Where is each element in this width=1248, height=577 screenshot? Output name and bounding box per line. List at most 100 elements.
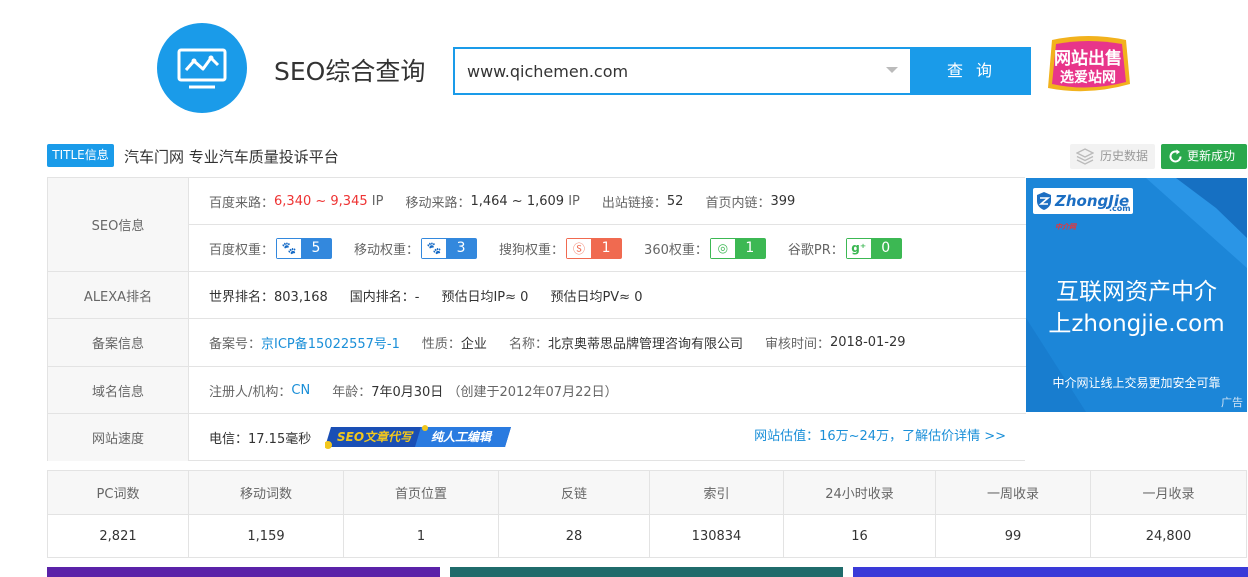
paw-icon: 🐾 bbox=[422, 238, 447, 258]
traffic-line: 百度来路： 6,340 ~ 9,345 IP 移动来路： 1,464 ~ 1,609… bbox=[209, 178, 817, 224]
alexa-line: 世界排名：803,168 国内排名：- 预估日均IP≈ 0 预估日均PV≈ 0 bbox=[209, 272, 664, 318]
google-pr-badge[interactable]: g⁺ 0 bbox=[845, 237, 902, 259]
daily-pv: 预估日均PV≈ 0 bbox=[550, 289, 643, 305]
google-pr[interactable]: 谷歌PR： g⁺ 0 bbox=[788, 237, 902, 259]
sale-badge-line2: 选爱站网 bbox=[1060, 69, 1116, 86]
ad-line-3: 中介网让线上交易更加安全可靠 bbox=[1052, 376, 1221, 390]
title-info-tag: TITLE信息 bbox=[47, 144, 114, 167]
stats-value-row: 2,821 1,159 1 28 130834 16 99 24,800 bbox=[48, 515, 1246, 557]
domestic-rank: 国内排名：- bbox=[349, 289, 420, 305]
icp-row: 备案信息 备案号： 京ICP备15022557号-1 性质： 企业 名称： 北京奥蒂思… bbox=[48, 319, 1026, 367]
baidu-weight-badge[interactable]: 🐾 5 bbox=[276, 237, 333, 259]
seo-ad-text-2: 纯人工编辑 bbox=[431, 430, 493, 444]
paw-icon: 🐾 bbox=[277, 238, 302, 258]
stats-header-cell: 索引 bbox=[650, 471, 784, 514]
home-inlinks[interactable]: 首页内链： 399 bbox=[705, 192, 795, 211]
history-data-button[interactable]: 历史数据 bbox=[1070, 144, 1155, 169]
domain-label: 域名信息 bbox=[48, 367, 189, 413]
sogou-icon: Ⓢ bbox=[567, 238, 592, 258]
seo-ad-text-1: SEO文章代写 bbox=[337, 430, 414, 444]
stats-header-cell: PC词数 bbox=[48, 471, 189, 514]
sogou-weight-badge[interactable]: Ⓢ 1 bbox=[566, 237, 623, 259]
domain-age: 年龄： 7年0月30日 （创建于2012年07月22日） bbox=[332, 384, 618, 400]
sale-badge-line1: 网站出售 bbox=[1054, 48, 1122, 69]
stats-table: PC词数 移动词数 首页位置 反链 索引 24小时收录 一周收录 一月收录 2,… bbox=[47, 470, 1247, 558]
icp-number: 备案号： 京ICP备15022557号-1 bbox=[209, 333, 400, 352]
ad-line-2: 上zhongjie.com bbox=[1048, 311, 1225, 337]
site-title-text: 汽车门网 专业汽车质量投诉平台 bbox=[124, 148, 339, 166]
refresh-icon bbox=[1169, 149, 1182, 163]
stats-value-cell[interactable]: 99 bbox=[936, 515, 1091, 557]
baidu-traffic: 百度来路： 6,340 ~ 9,345 IP bbox=[209, 193, 384, 211]
seo-info-row: SEO信息 百度来路： 6,340 ~ 9,345 IP 移动来路： 1,464 ~… bbox=[48, 178, 1026, 272]
site-sale-badge[interactable]: 网站出售 选爱站网 bbox=[1042, 34, 1134, 106]
site-logo[interactable] bbox=[157, 23, 247, 113]
ad-line-1: 互联网资产中介 bbox=[1056, 279, 1217, 305]
w360-weight-badge[interactable]: ◎ 1 bbox=[709, 237, 766, 259]
sogou-weight[interactable]: 搜狗权重： Ⓢ 1 bbox=[499, 237, 623, 259]
seo-info-table: SEO信息 百度来路： 6,340 ~ 9,345 IP 移动来路： 1,464 ~… bbox=[47, 177, 1026, 461]
world-rank[interactable]: 世界排名：803,168 bbox=[209, 286, 328, 305]
stats-value-cell[interactable]: 2,821 bbox=[48, 515, 189, 557]
zhongjie-logo-sub: .com bbox=[1109, 204, 1131, 213]
domain-row: 域名信息 注册人/机构： CN 年龄： 7年0月30日 （创建于2012年07月22… bbox=[48, 367, 1026, 414]
stats-value-cell: 1 bbox=[344, 515, 499, 557]
stats-header-cell: 反链 bbox=[499, 471, 650, 514]
update-button[interactable]: 更新成功 bbox=[1161, 144, 1247, 169]
layers-icon bbox=[1076, 148, 1094, 165]
telecom-speed: 电信：17.15毫秒 bbox=[209, 431, 312, 447]
search-input[interactable] bbox=[455, 49, 875, 93]
search-button[interactable]: 查 询 bbox=[912, 47, 1031, 95]
dropdown-caret-icon[interactable] bbox=[886, 67, 898, 73]
registrant: 注册人/机构： CN bbox=[209, 382, 311, 400]
seo-writing-ad[interactable]: SEO文章代写 纯人工编辑 bbox=[324, 425, 512, 449]
registrant-link[interactable]: CN bbox=[291, 383, 310, 398]
icp-label: 备案信息 bbox=[48, 319, 189, 366]
stats-header-cell: 首页位置 bbox=[344, 471, 499, 514]
domain-line: 注册人/机构： CN 年龄： 7年0月30日 （创建于2012年07月22日） bbox=[209, 367, 640, 413]
speed-label: 网站速度 bbox=[48, 414, 189, 461]
shield-icon bbox=[1037, 192, 1051, 210]
stats-header-cell: 一月收录 bbox=[1142, 487, 1195, 502]
mobile-weight[interactable]: 移动权重： 🐾 3 bbox=[354, 237, 478, 259]
history-data-label: 历史数据 bbox=[1100, 149, 1149, 163]
stats-value-cell[interactable]: 28 bbox=[499, 515, 650, 557]
daily-ip: 预估日均IP≈ 0 bbox=[441, 289, 529, 305]
bottom-banner-3[interactable] bbox=[853, 567, 1248, 577]
alexa-row: ALEXA排名 世界排名：803,168 国内排名：- 预估日均IP≈ 0 预估… bbox=[48, 272, 1026, 319]
stats-header-row: PC词数 移动词数 首页位置 反链 索引 24小时收录 一周收录 一月收录 bbox=[48, 471, 1246, 515]
bottom-banner-1[interactable] bbox=[47, 567, 440, 577]
speed-row: 网站速度 电信：17.15毫秒 SEO文章代写 纯人工编辑 网站估值：16万~2… bbox=[48, 414, 1026, 461]
stats-header-cell: 24小时收录 bbox=[784, 471, 936, 514]
360-icon: ◎ bbox=[710, 238, 735, 258]
stats-header-cell: 移动词数 bbox=[189, 471, 344, 514]
stats-value-cell[interactable]: 130834 bbox=[650, 515, 784, 557]
mobile-weight-badge[interactable]: 🐾 3 bbox=[421, 237, 478, 259]
stats-header-cell: 一周收录 bbox=[936, 471, 1091, 514]
icp-audit: 审核时间： 2018-01-29 bbox=[764, 334, 906, 352]
w360-weight[interactable]: 360权重： ◎ 1 bbox=[644, 237, 766, 259]
icp-line: 备案号： 京ICP备15022557号-1 性质： 企业 名称： 北京奥蒂思品牌管理咨… bbox=[209, 319, 928, 365]
outlinks[interactable]: 出站链接： 52 bbox=[602, 192, 684, 211]
stats-value-cell[interactable]: 1,159 bbox=[189, 515, 344, 557]
page-title: SEO综合查询 bbox=[274, 57, 426, 86]
bottom-banner-2[interactable] bbox=[450, 567, 843, 577]
speed-line: 电信：17.15毫秒 SEO文章代写 纯人工编辑 bbox=[209, 414, 512, 460]
stats-value-cell[interactable]: 24,800 bbox=[1091, 515, 1246, 557]
icp-number-link[interactable]: 京ICP备15022557号-1 bbox=[261, 333, 400, 352]
seo-info-label: SEO信息 bbox=[48, 178, 189, 271]
alexa-label: ALEXA排名 bbox=[48, 272, 189, 318]
baidu-weight[interactable]: 百度权重： 🐾 5 bbox=[209, 237, 333, 259]
monitor-chart-icon bbox=[177, 48, 227, 89]
google-plus-icon: g⁺ bbox=[846, 238, 871, 258]
icp-nature: 性质： 企业 bbox=[421, 336, 487, 352]
zhongjie-ad[interactable]: ZhongJie中介网 .com 互联网资产中介 上zhongjie.com 中… bbox=[1026, 178, 1247, 412]
update-label: 更新成功 bbox=[1187, 149, 1236, 163]
stats-value-cell[interactable]: 16 bbox=[784, 515, 936, 557]
icp-name: 名称： 北京奥蒂思品牌管理咨询有限公司 bbox=[508, 336, 743, 352]
mobile-traffic: 移动来路： 1,464 ~ 1,609 IP bbox=[405, 193, 580, 211]
valuation-link[interactable]: 网站估值：16万~24万，了解估价详情 >> bbox=[754, 414, 1006, 460]
search-field[interactable] bbox=[453, 47, 912, 95]
ad-tag: 广告 bbox=[1221, 396, 1243, 409]
weights-line: 百度权重： 🐾 5 移动权重： 🐾 3 搜狗权重： Ⓢ 1 360权重： ◎ 1 谷歌P… bbox=[209, 225, 924, 271]
